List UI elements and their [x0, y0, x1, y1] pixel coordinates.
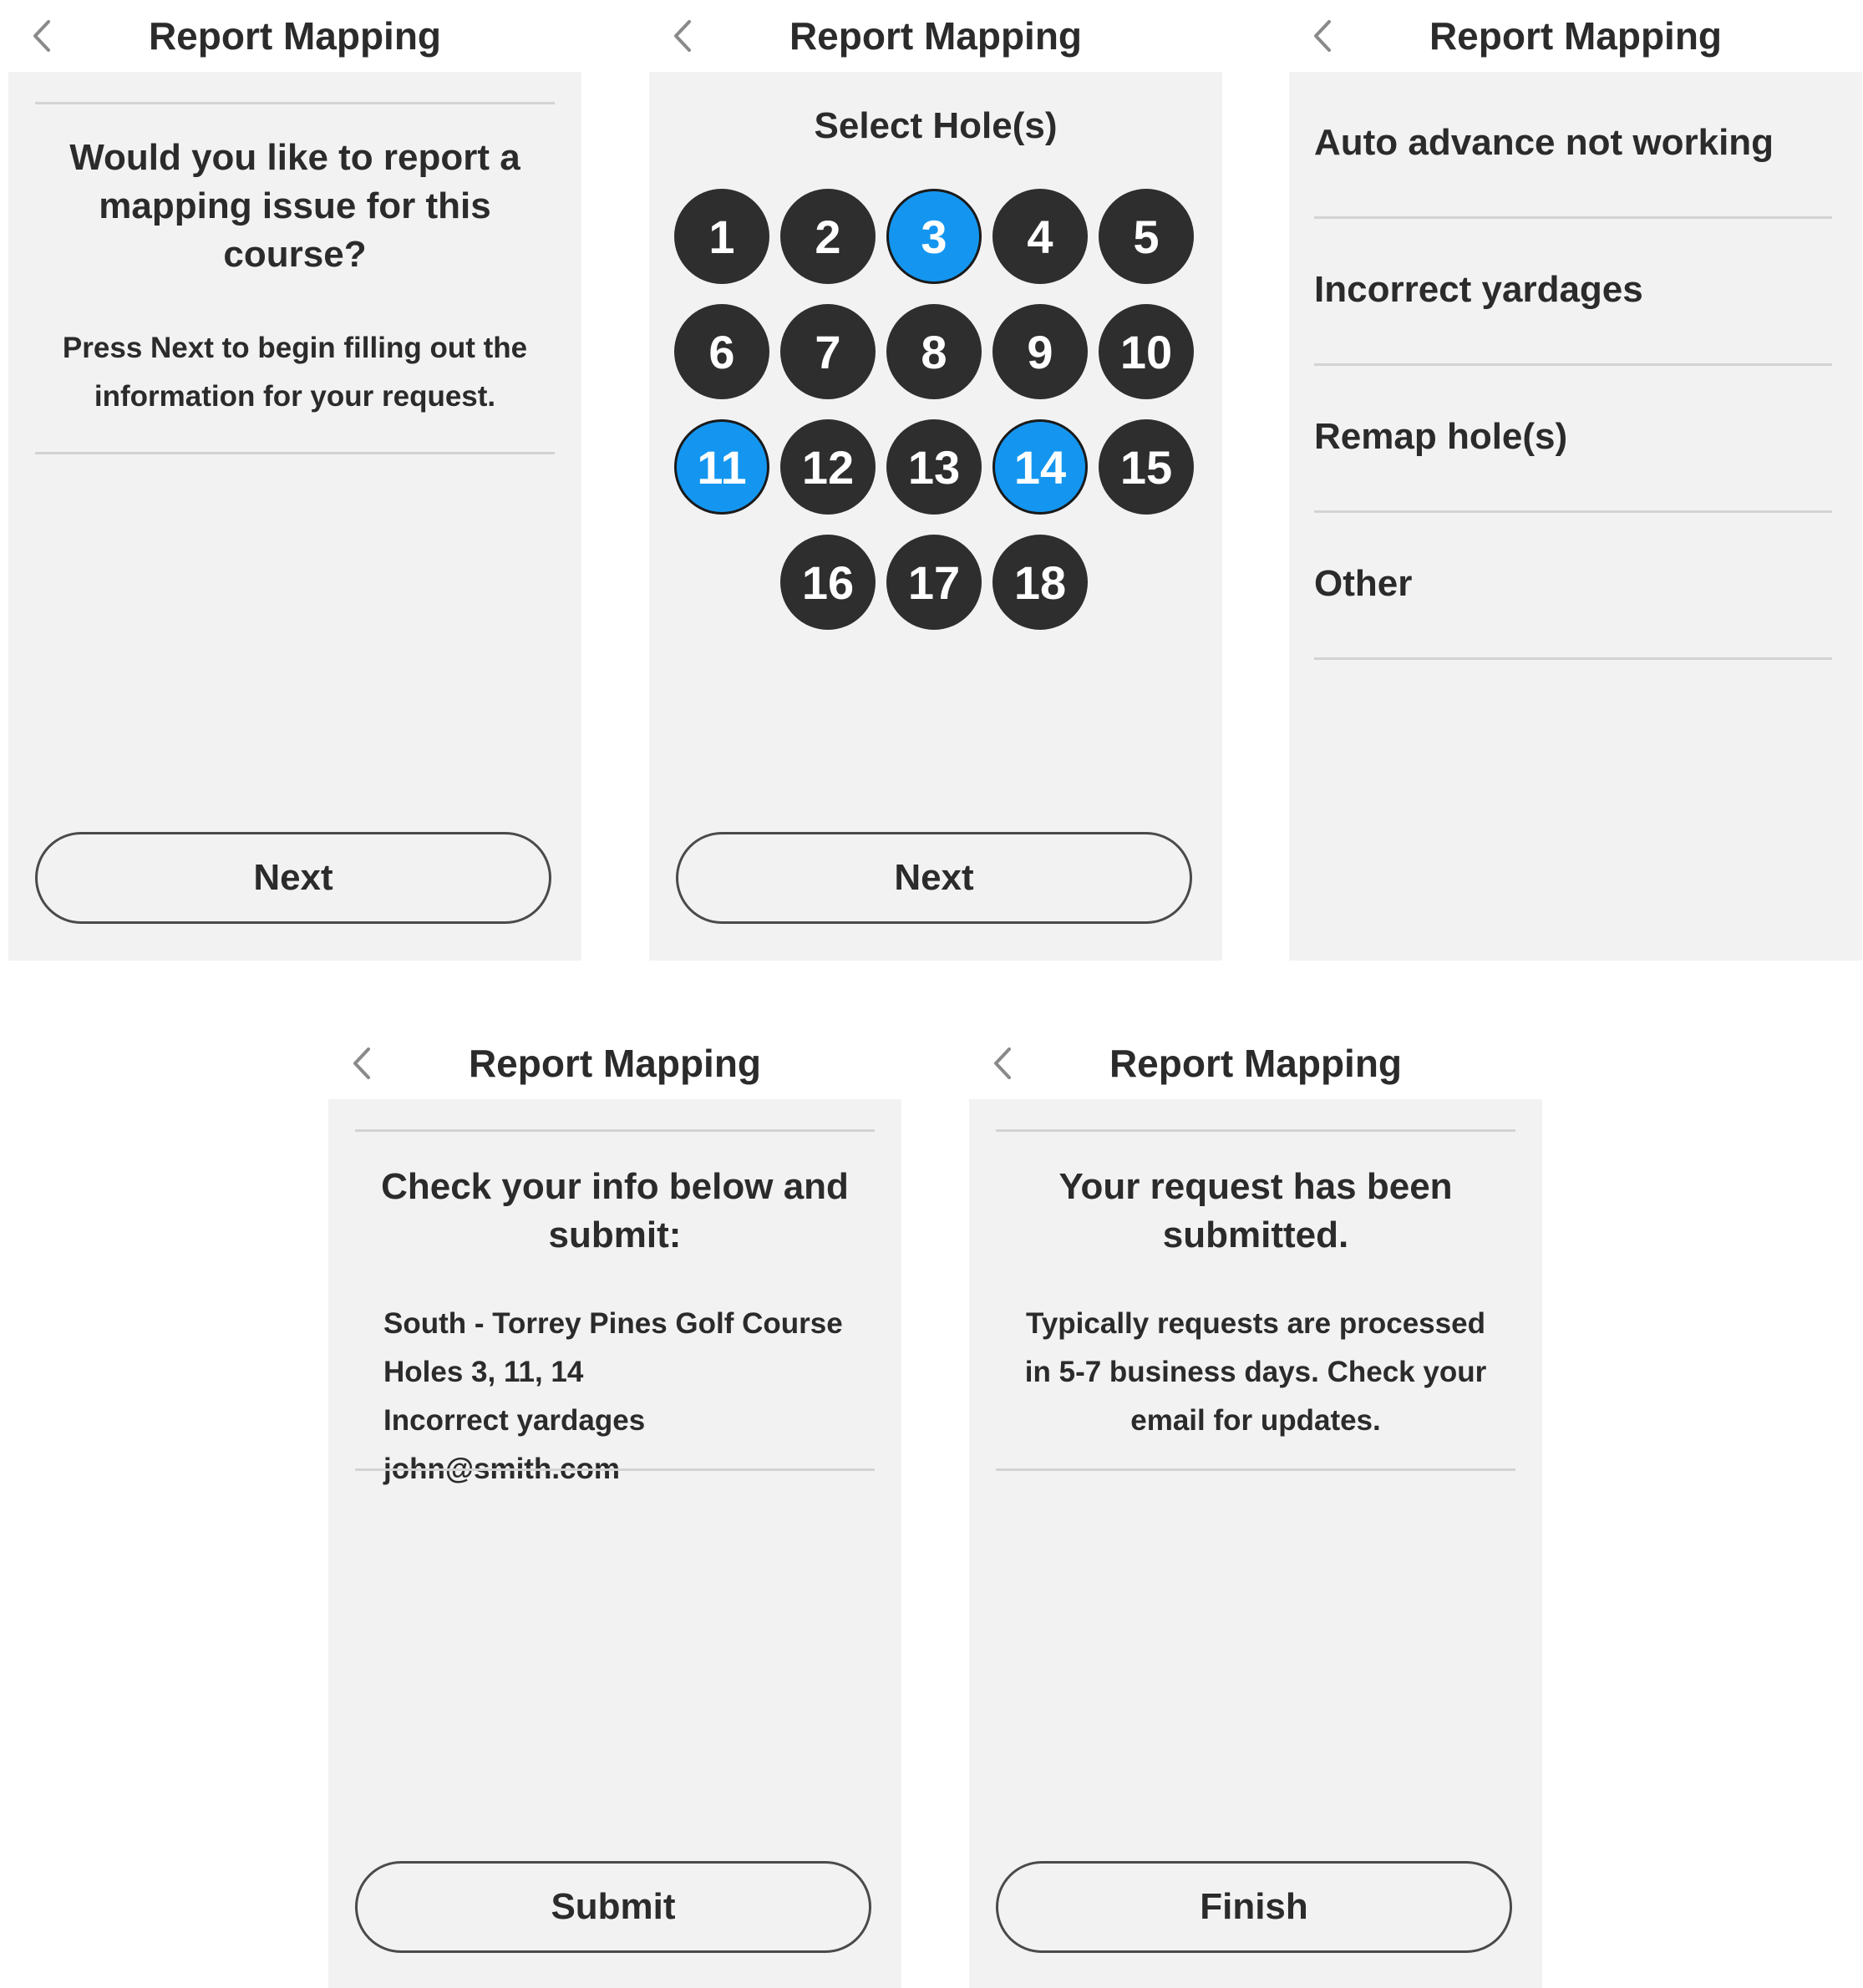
page-title: Report Mapping — [148, 14, 442, 58]
hole-12-button[interactable]: 12 — [780, 419, 876, 515]
page-title: Report Mapping — [468, 1042, 762, 1085]
hole-5-button[interactable]: 5 — [1099, 189, 1194, 284]
confirmation-heading: Your request has been submitted. — [1058, 1166, 1453, 1255]
option-label: Other — [1314, 563, 1413, 604]
hole-14-button[interactable]: 14 — [992, 419, 1088, 515]
option-incorrect-yardages[interactable]: Incorrect yardages — [1314, 219, 1832, 366]
next-button[interactable]: Next — [676, 832, 1192, 924]
page-title: Report Mapping — [1109, 1042, 1403, 1085]
review-details: South - Torrey Pines Golf Course Holes 3… — [383, 1300, 876, 1494]
hole-16-button[interactable]: 16 — [780, 535, 876, 630]
nav-header: Report Mapping — [8, 0, 581, 72]
option-label: Remap hole(s) — [1314, 416, 1568, 457]
hole-2-button[interactable]: 2 — [780, 189, 876, 284]
nav-header: Report Mapping — [969, 1027, 1542, 1099]
select-holes-heading: Select Hole(s) — [814, 105, 1058, 146]
screen-confirmation: Report Mapping Your request has been sub… — [969, 1027, 1542, 1988]
divider — [35, 102, 555, 104]
next-button[interactable]: Next — [35, 832, 551, 924]
nav-header: Report Mapping — [328, 1027, 901, 1099]
content-panel: Would you like to report a mapping issue… — [8, 72, 581, 961]
divider — [355, 1468, 875, 1471]
divider — [996, 1129, 1515, 1132]
hole-7-button[interactable]: 7 — [780, 304, 876, 399]
hole-13-button[interactable]: 13 — [886, 419, 982, 515]
divider — [996, 1468, 1515, 1471]
option-label: Auto advance not working — [1314, 122, 1774, 163]
page-title: Report Mapping — [1429, 14, 1723, 58]
hole-3-button[interactable]: 3 — [886, 189, 982, 284]
page-title: Report Mapping — [789, 14, 1083, 58]
nav-header: Report Mapping — [649, 0, 1222, 72]
review-holes: Holes 3, 11, 14 — [383, 1356, 584, 1388]
option-remap-holes[interactable]: Remap hole(s) — [1314, 366, 1832, 513]
hole-10-button[interactable]: 10 — [1099, 304, 1194, 399]
hole-1-button[interactable]: 1 — [674, 189, 769, 284]
screen-hole-select: Report Mapping Select Hole(s) 1234567891… — [649, 0, 1222, 961]
hole-6-button[interactable]: 6 — [674, 304, 769, 399]
hole-17-button[interactable]: 17 — [886, 535, 982, 630]
content-panel: Auto advance not working Incorrect yarda… — [1289, 72, 1862, 961]
divider — [1314, 657, 1832, 660]
confirmation-body: Typically requests are processed in 5-7 … — [1024, 1307, 1487, 1437]
nav-header: Report Mapping — [1289, 0, 1862, 72]
content-panel: Check your info below and submit: South … — [328, 1099, 901, 1988]
review-issue: Incorrect yardages — [383, 1404, 646, 1437]
hole-18-button[interactable]: 18 — [992, 535, 1088, 630]
divider — [355, 1129, 875, 1132]
content-panel: Your request has been submitted. Typical… — [969, 1099, 1542, 1988]
hole-15-button[interactable]: 15 — [1099, 419, 1194, 515]
divider — [35, 452, 555, 454]
screen-issue-type: Report Mapping Auto advance not working … — [1289, 0, 1862, 961]
option-other[interactable]: Other — [1314, 513, 1832, 660]
submit-button[interactable]: Submit — [355, 1861, 871, 1953]
intro-heading: Would you like to report a mapping issue… — [69, 137, 520, 275]
screen-review: Report Mapping Check your info below and… — [328, 1027, 901, 1988]
hole-4-button[interactable]: 4 — [992, 189, 1088, 284]
screen-intro: Report Mapping Would you like to report … — [8, 0, 581, 961]
review-heading: Check your info below and submit: — [381, 1166, 849, 1255]
option-label: Incorrect yardages — [1314, 269, 1643, 310]
review-course: South - Torrey Pines Golf Course — [383, 1307, 843, 1340]
finish-button[interactable]: Finish — [996, 1861, 1512, 1953]
content-panel: Select Hole(s) 1 2 3 4 5 6 7 8 9 10 11 12 13 14 15 16 17… — [649, 72, 1222, 961]
hole-9-button[interactable]: 9 — [992, 304, 1088, 399]
option-auto-advance[interactable]: Auto advance not working — [1314, 72, 1832, 219]
hole-11-button[interactable]: 11 — [674, 419, 769, 515]
hole-8-button[interactable]: 8 — [886, 304, 982, 399]
intro-body: Press Next to begin filling out the info… — [62, 332, 528, 413]
